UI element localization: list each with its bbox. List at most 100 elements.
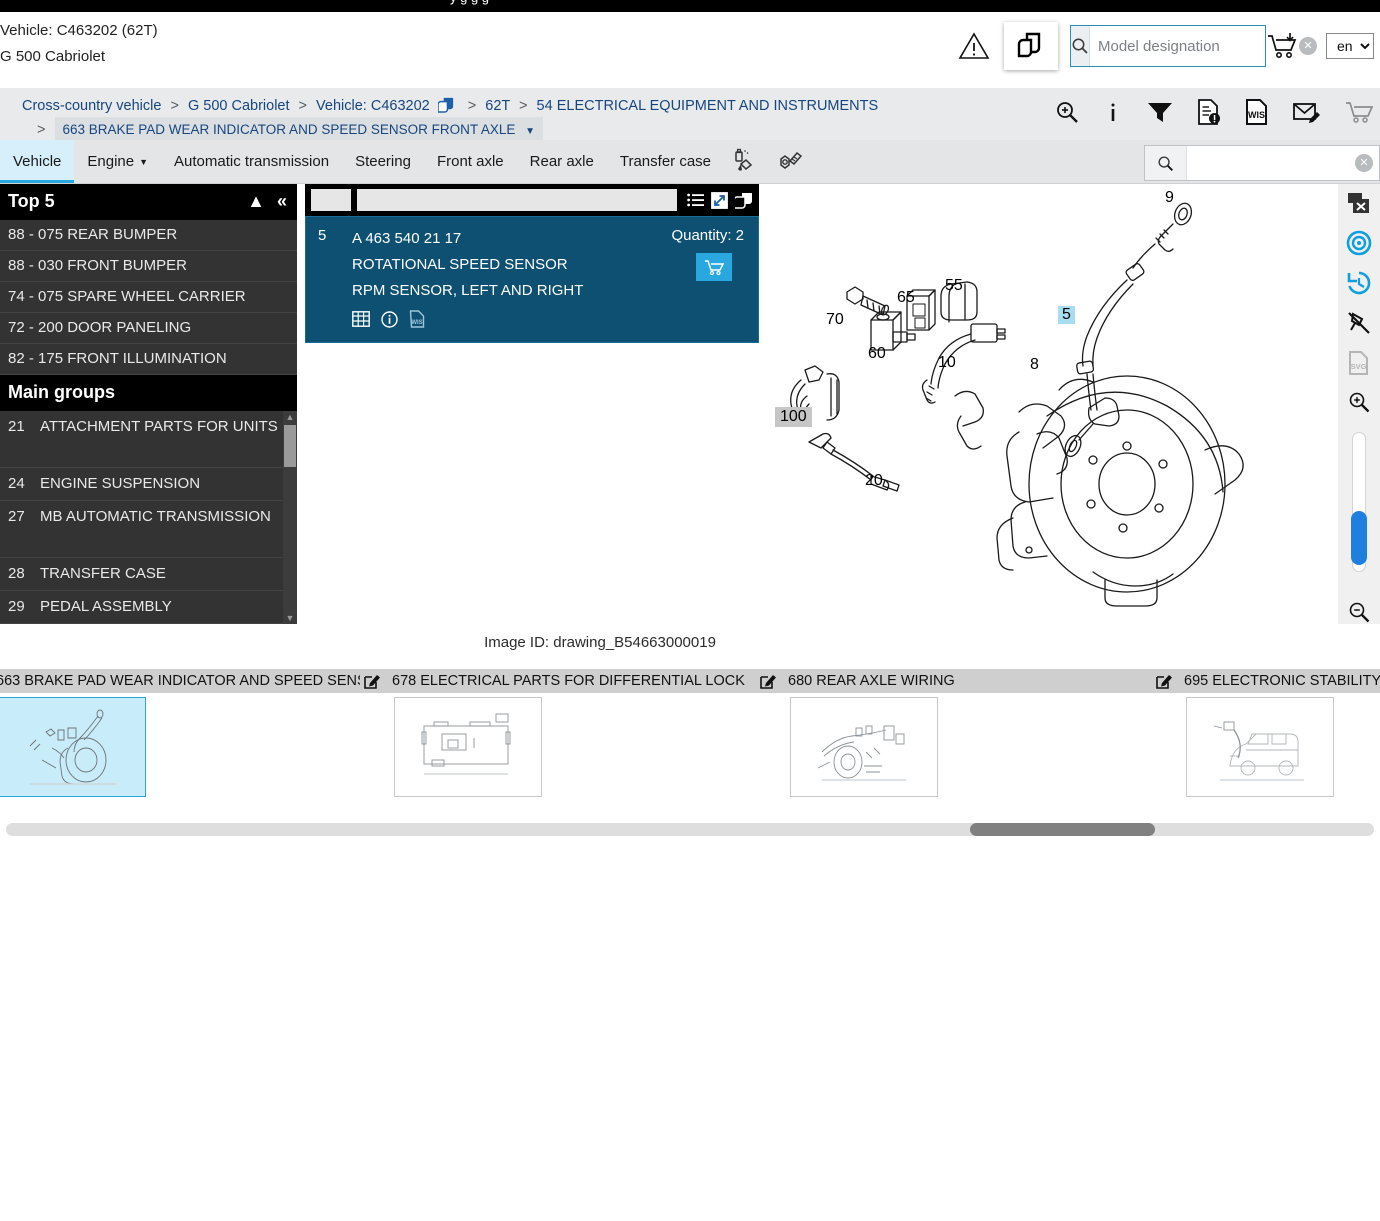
info-circle-icon[interactable] <box>381 310 398 328</box>
drawing-callout[interactable]: 55 <box>945 277 963 295</box>
technical-drawing-viewer[interactable]: 9 55 65 70 60 10 5 8 100 20 <box>765 184 1338 624</box>
history-undo-icon[interactable] <box>1346 270 1372 296</box>
edit-icon[interactable] <box>364 673 380 689</box>
drawing-callout[interactable]: 8 <box>1030 356 1039 374</box>
chevron-up-icon[interactable]: ▲ <box>247 191 265 212</box>
tab-engine[interactable]: Engine ▼ <box>74 140 161 183</box>
left-navigation-panel: Top 5 ▲ « 88 - 075 REAR BUMPER 88 - 030 … <box>0 184 297 624</box>
clear-search-icon[interactable]: ✕ <box>1355 154 1373 172</box>
chevron-down-icon[interactable]: ▼ <box>525 126 535 137</box>
wis-document-icon[interactable]: WIS <box>409 310 425 328</box>
drawing-callout[interactable]: 60 <box>868 345 886 363</box>
warning-triangle-icon[interactable] <box>958 32 1004 60</box>
drawing-callout[interactable]: 10 <box>938 354 956 372</box>
close-window-icon[interactable] <box>1346 192 1372 216</box>
main-groups-scrollbar[interactable]: ▲ ▼ <box>283 411 297 624</box>
expand-icon[interactable] <box>711 191 728 209</box>
main-group-item[interactable]: 28 TRANSFER CASE <box>0 558 297 591</box>
document-alert-icon[interactable] <box>1196 98 1222 126</box>
main-group-item[interactable]: 24 ENGINE SUSPENSION <box>0 468 297 501</box>
scroll-up-icon[interactable]: ▲ <box>283 411 297 423</box>
duplicate-icon[interactable] <box>735 192 753 209</box>
zoom-out-icon[interactable] <box>1347 600 1371 624</box>
part-header-field-wide[interactable] <box>357 189 677 211</box>
scroll-down-icon[interactable]: ▼ <box>283 612 297 624</box>
top5-item[interactable]: 88 - 075 REAR BUMPER <box>0 220 297 251</box>
list-view-icon[interactable] <box>687 193 704 208</box>
thumbnail-image-selected[interactable] <box>0 697 146 797</box>
cart-icon[interactable] <box>1344 99 1374 125</box>
breadcrumb-item-3[interactable]: 62T <box>485 98 510 114</box>
zoom-in-icon[interactable] <box>1054 99 1080 125</box>
double-chevron-left-icon[interactable]: « <box>277 191 287 212</box>
thumbnail-image[interactable] <box>790 697 938 797</box>
scrollbar-thumb[interactable] <box>284 425 296 467</box>
tab-rear-axle[interactable]: Rear axle <box>517 140 607 183</box>
part-header-field-small[interactable] <box>311 189 351 211</box>
breadcrumb-item-4[interactable]: 54 ELECTRICAL EQUIPMENT AND INSTRUMENTS <box>537 98 879 114</box>
mail-edit-icon[interactable] <box>1292 99 1322 125</box>
zoom-in-icon[interactable] <box>1347 390 1371 414</box>
main-group-item[interactable]: 21 ATTACHMENT PARTS FOR UNITS <box>0 411 297 468</box>
zoom-slider[interactable] <box>1351 432 1367 572</box>
main-group-item[interactable]: 27 MB AUTOMATIC TRANSMISSION <box>0 501 297 558</box>
part-action-icons: WIS <box>352 310 746 328</box>
svg-export-icon: SVG <box>1347 350 1371 376</box>
info-icon[interactable] <box>1102 99 1124 125</box>
drawing-callout[interactable]: 20 <box>865 472 883 490</box>
catalog-search-input[interactable] <box>1187 146 1379 180</box>
tab-vehicle[interactable]: Vehicle <box>0 140 75 183</box>
model-search-box[interactable]: ✕ <box>1070 25 1323 67</box>
breadcrumb-item-2[interactable]: Vehicle: C463202 <box>316 98 430 114</box>
tab-label: Steering <box>355 153 411 170</box>
filter-icon[interactable] <box>1146 99 1174 125</box>
drawing-callout[interactable]: 70 <box>826 311 844 329</box>
thumbnail-strip-scrollbar[interactable] <box>6 823 1374 836</box>
main-group-label: PEDAL ASSEMBLY <box>40 598 172 615</box>
top5-item[interactable]: 82 - 175 FRONT ILLUMINATION <box>0 344 297 375</box>
part-index: 5 <box>318 227 327 244</box>
top5-item[interactable]: 88 - 030 FRONT BUMPER <box>0 251 297 282</box>
tab-automatic-transmission[interactable]: Automatic transmission <box>161 140 342 183</box>
add-part-to-cart-button[interactable] <box>696 253 732 281</box>
drawing-callout[interactable]: 65 <box>897 289 915 307</box>
drawing-callout-group[interactable]: 100 <box>775 407 812 427</box>
main-groups-title: Main groups <box>8 382 115 402</box>
tab-transfer-case[interactable]: Transfer case <box>607 140 724 183</box>
table-grid-icon[interactable] <box>352 311 370 327</box>
edit-icon[interactable] <box>1156 673 1172 689</box>
clear-search-icon[interactable]: ✕ <box>1299 37 1317 55</box>
thumbnail-item[interactable]: 695 ELECTRONIC STABILITY PR <box>1178 669 1380 797</box>
breadcrumb-item-1[interactable]: G 500 Cabriolet <box>188 98 290 114</box>
drawing-callout-selected[interactable]: 5 <box>1058 306 1075 324</box>
part-row[interactable]: 5 A 463 540 21 17 ROTATIONAL SPEED SENSO… <box>305 216 759 343</box>
unpin-icon[interactable] <box>1346 310 1372 336</box>
drawing-callout[interactable]: 9 <box>1165 189 1174 207</box>
fastener-bolt-icon[interactable] <box>774 148 803 176</box>
top5-item[interactable]: 74 - 075 SPARE WHEEL CARRIER <box>0 282 297 313</box>
main-group-label: MB AUTOMATIC TRANSMISSION <box>40 508 271 525</box>
zoom-slider-thumb[interactable] <box>1351 511 1367 565</box>
search-icon <box>1145 146 1187 180</box>
catalog-search-box[interactable]: ✕ <box>1144 145 1380 181</box>
wis-document-icon[interactable]: WIS <box>1244 98 1270 126</box>
tab-front-axle[interactable]: Front axle <box>424 140 517 183</box>
breadcrumb-item-0[interactable]: Cross-country vehicle <box>22 98 161 114</box>
top5-item[interactable]: 72 - 200 DOOR PANELING <box>0 313 297 344</box>
vehicle-copy-icon[interactable] <box>437 96 455 113</box>
edit-icon[interactable] <box>760 673 776 689</box>
thumbnail-image[interactable] <box>394 697 542 797</box>
thumbnail-item[interactable]: 678 ELECTRICAL PARTS FOR DIFFERENTIAL LO… <box>386 669 782 797</box>
vehicle-header: Vehicle: C463202 (62T) G 500 Cabriolet M… <box>0 12 1380 88</box>
tab-steering[interactable]: Steering <box>342 140 424 183</box>
main-group-item[interactable]: 29 PEDAL ASSEMBLY <box>0 591 297 624</box>
language-select[interactable]: en <box>1326 33 1374 59</box>
thumbnail-item[interactable]: 663 BRAKE PAD WEAR INDICATOR AND SPEED S… <box>0 669 386 797</box>
copy-documents-icon[interactable] <box>1004 22 1058 70</box>
model-search-input[interactable] <box>1090 26 1323 66</box>
thumbnail-item[interactable]: 680 REAR AXLE WIRING <box>782 669 1178 797</box>
scrollbar-thumb[interactable] <box>970 823 1156 836</box>
paint-spray-icon[interactable] <box>732 148 758 176</box>
target-focus-icon[interactable] <box>1346 230 1372 256</box>
thumbnail-image[interactable] <box>1186 697 1334 797</box>
